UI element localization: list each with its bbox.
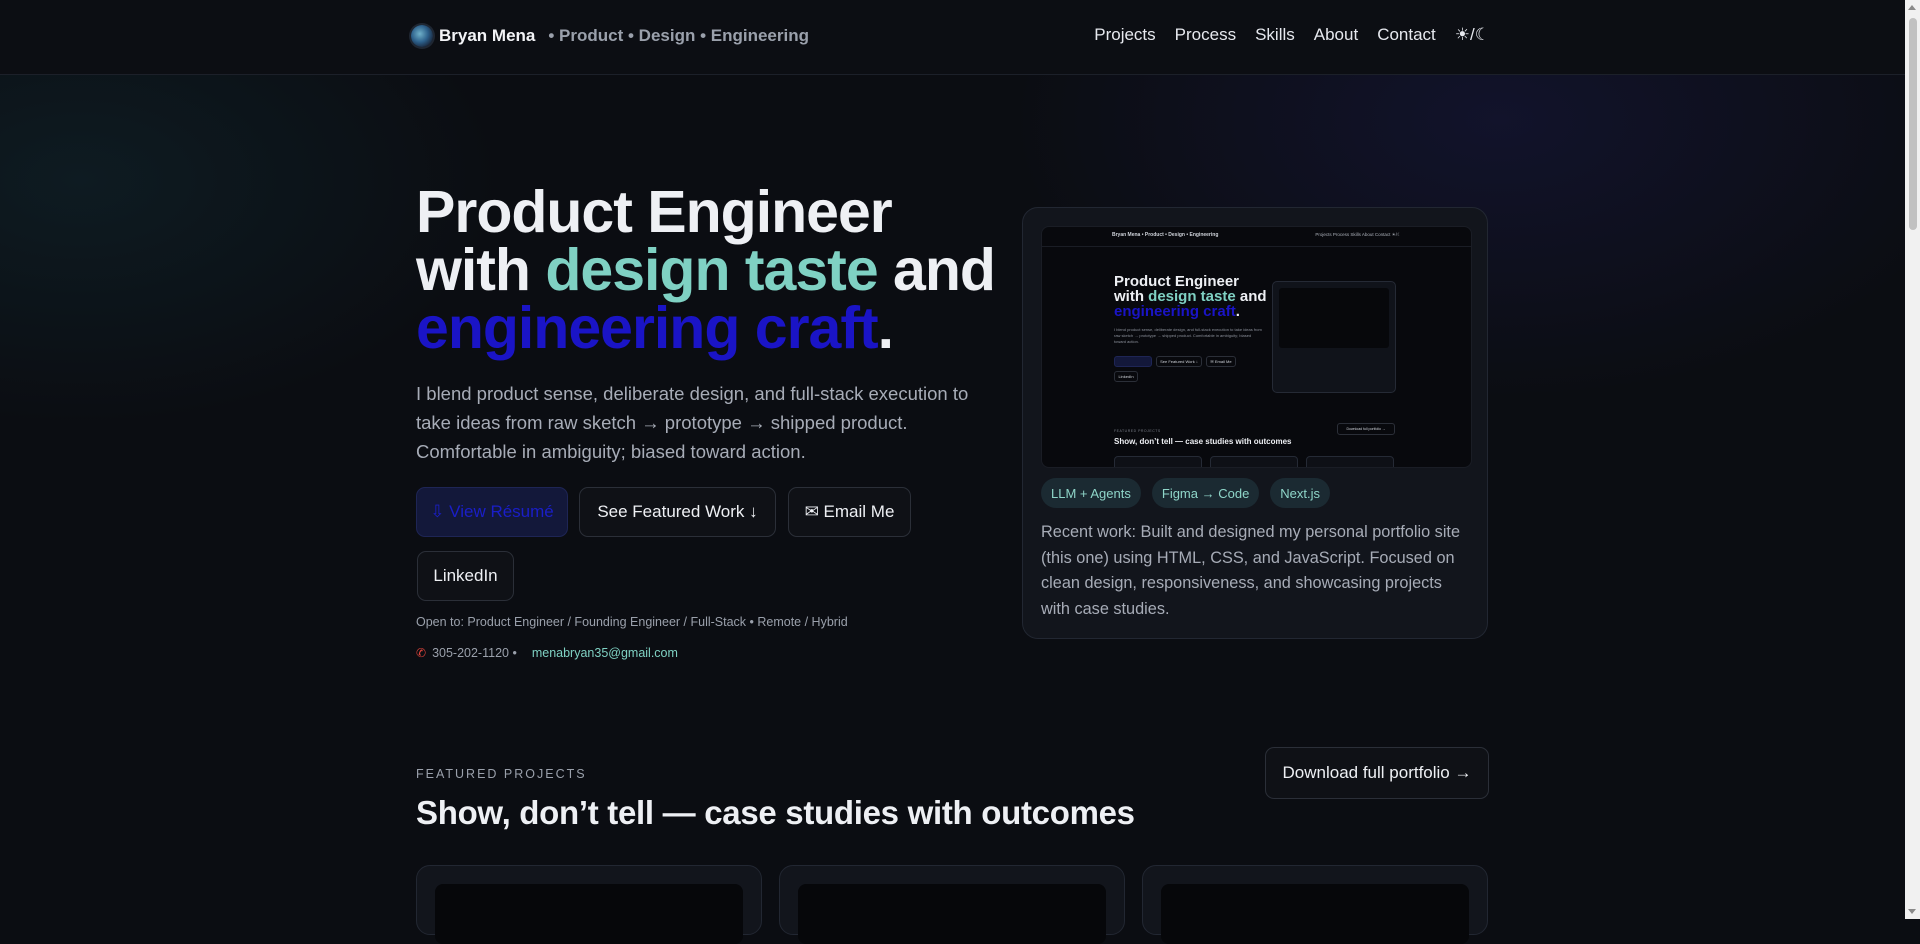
preview-project-tile [1306, 456, 1394, 467]
phone-number: 305-202-1120 • [432, 646, 517, 660]
chip-nextjs: Next.js [1270, 478, 1331, 508]
hero-title: Product Engineer with design taste and e… [416, 183, 1016, 358]
hero-title-period: . [877, 295, 894, 361]
preview-linkedin-button: LinkedIn [1114, 371, 1138, 382]
phone-icon: ✆ [416, 646, 427, 660]
brand[interactable]: Bryan Mena • Product • Design • Engineer… [411, 25, 809, 47]
project-card[interactable] [1142, 865, 1488, 944]
recent-work-card: Bryan Mena • Product • Design • Engineer… [1022, 207, 1488, 639]
project-card[interactable] [779, 865, 1125, 944]
preview-kicker: FEATURED PROJECTS [1114, 429, 1161, 433]
project-thumbnail [1161, 884, 1469, 944]
hero-title-line1: Product Engineer [416, 179, 893, 245]
email-me-button[interactable]: ✉ Email Me [788, 487, 911, 537]
preview-project-tile [1114, 456, 1202, 467]
scroll-down-arrow-icon[interactable] [1908, 909, 1916, 914]
preview-featured-button: See Featured Work ↓ [1156, 356, 1202, 367]
preview-download-button: Download full portfolio → [1337, 423, 1395, 435]
project-thumbnail [798, 884, 1106, 944]
preview-section-title: Show, don’t tell — case studies with out… [1114, 437, 1292, 446]
nav-about[interactable]: About [1314, 25, 1358, 45]
preview-card-mini [1279, 288, 1389, 348]
preview-title-period: . [1235, 303, 1240, 320]
project-card[interactable] [416, 865, 762, 944]
chip-figma-code: Figma → Code [1151, 478, 1260, 508]
nav-process[interactable]: Process [1175, 25, 1236, 45]
preview-nav: Bryan Mena • Product • Design • Engineer… [1042, 227, 1471, 247]
preview-links: Projects Process Skills About Contact ☀/… [1315, 232, 1401, 237]
chip-llm-agents: LLM + Agents [1041, 478, 1141, 508]
nav-contact[interactable]: Contact [1377, 25, 1436, 45]
email-link[interactable]: menabryan35@gmail.com [532, 646, 678, 660]
hero-title-with: with [416, 237, 546, 303]
preview-subtitle: I blend product sense, deliberate design… [1114, 327, 1262, 344]
portfolio-preview-image: Bryan Mena • Product • Design • Engineer… [1041, 226, 1472, 468]
hero-title-and: and [877, 237, 996, 303]
featured-projects-kicker: FEATURED PROJECTS [416, 767, 587, 781]
hero-title-design-taste: design taste [545, 237, 878, 303]
nav-projects[interactable]: Projects [1094, 25, 1155, 45]
preview-project-tile [1210, 456, 1298, 467]
see-featured-work-button[interactable]: See Featured Work ↓ [579, 487, 776, 537]
open-to-text: Open to: Product Engineer / Founding Eng… [416, 615, 848, 629]
view-resume-button[interactable]: ⇩ View Résumé [416, 487, 568, 537]
preview-primary-button [1114, 356, 1152, 367]
featured-section-title: Show, don’t tell — case studies with out… [416, 794, 1135, 831]
brand-logo-icon [411, 25, 433, 47]
main-nav: Projects Process Skills About Contact ☀/… [1075, 25, 1490, 45]
theme-toggle-button[interactable]: ☀/☾ [1455, 25, 1490, 45]
brand-tagline: • Product • Design • Engineering [548, 26, 809, 45]
recent-work-description: Recent work: Built and designed my perso… [1041, 523, 1461, 618]
download-portfolio-button[interactable]: Download full portfolio → [1265, 747, 1489, 799]
scrollbar-thumb[interactable] [1909, 18, 1917, 230]
preview-card [1272, 281, 1396, 393]
project-thumbnail [435, 884, 743, 944]
contact-row: ✆ 305-202-1120 • menabryan35@gmail.com [416, 646, 678, 660]
preview-email-button: ✉ Email Me [1206, 356, 1236, 367]
preview-title: Product Engineer with design taste and e… [1114, 274, 1274, 319]
preview-brand: Bryan Mena • Product • Design • Engineer… [1112, 232, 1219, 238]
top-navigation-bar: Bryan Mena • Product • Design • Engineer… [0, 0, 1905, 75]
tech-chips: LLM + Agents Figma → Code Next.js [1041, 478, 1331, 508]
page-scrollbar[interactable] [1905, 0, 1920, 919]
hero-subtitle: I blend product sense, deliberate design… [416, 383, 969, 462]
nav-skills[interactable]: Skills [1255, 25, 1295, 45]
brand-name: Bryan Mena [439, 26, 536, 45]
preview-title-blue: engineering craft [1114, 303, 1236, 320]
hero-title-engineering-craft: engineering craft [416, 295, 879, 361]
scroll-up-arrow-icon[interactable] [1908, 5, 1916, 10]
preview-title-and: and [1235, 288, 1267, 305]
linkedin-button[interactable]: LinkedIn [417, 551, 514, 601]
